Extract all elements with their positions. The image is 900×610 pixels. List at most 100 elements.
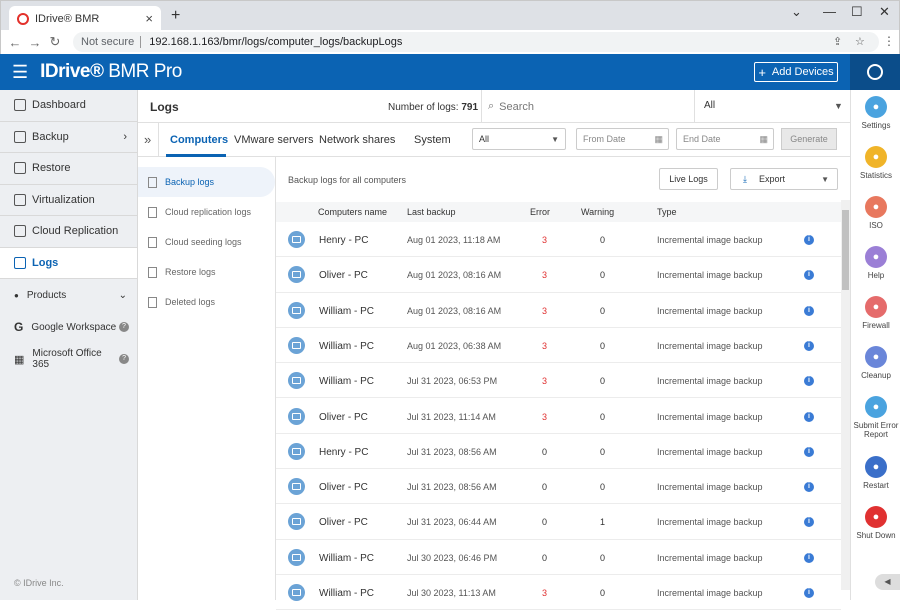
table-row[interactable]: William - PC Jul 31 2023, 06:53 PM 3 0 Incre…	[276, 363, 841, 399]
table-row[interactable]: William - PC Aug 01 2023, 06:38 AM 3 0 Incre…	[276, 328, 841, 364]
sidebar-item-dashboard[interactable]: Dashboard	[0, 90, 137, 122]
computer-name[interactable]: William - PC	[319, 306, 374, 317]
iso-icon: ●	[865, 196, 887, 218]
tab-system[interactable]: System	[414, 134, 451, 146]
info-icon[interactable]: i	[804, 270, 814, 281]
search-input[interactable]: ⌕ Search	[481, 90, 695, 123]
sidebar-item-virtualization[interactable]: Virtualization	[0, 184, 137, 216]
computer-name[interactable]: Oliver - PC	[319, 412, 368, 423]
new-tab-icon[interactable]: +	[171, 7, 180, 25]
info-icon[interactable]: i	[804, 446, 814, 457]
tab-network-shares[interactable]: Network shares	[319, 134, 395, 146]
table-row[interactable]: William - PC Jul 30 2023, 06:46 PM 0 0 Incre…	[276, 540, 841, 575]
computer-name[interactable]: Henry - PC	[319, 447, 368, 458]
sidebar-google-workspace[interactable]: G Google Workspace?	[0, 311, 137, 343]
scrollbar[interactable]	[841, 200, 850, 590]
col-warning[interactable]: Warning	[581, 207, 614, 217]
rightbar-statistics-button[interactable]: ● Statistics	[851, 146, 900, 180]
info-icon[interactable]: i	[804, 340, 814, 351]
computer-name[interactable]: Henry - PC	[319, 235, 368, 246]
browser-tab[interactable]: IDrive® BMR ×	[9, 6, 161, 31]
url-input[interactable]: Not secure 192.168.1.163/bmr/logs/comput…	[73, 32, 879, 52]
chevron-down-icon[interactable]: ⌄	[791, 4, 802, 20]
warning-icon: ●	[865, 396, 887, 418]
tab-computers[interactable]: Computers	[170, 134, 228, 146]
share-icon[interactable]: ⇪	[833, 35, 842, 48]
tab-vmware-servers[interactable]: VMware servers	[234, 134, 313, 146]
help-icon[interactable]: ?	[119, 322, 129, 332]
computer-filter-select[interactable]: All	[704, 100, 715, 111]
live-logs-button[interactable]: Live Logs	[659, 168, 718, 190]
table-row[interactable]: Oliver - PC Jul 31 2023, 11:14 AM 3 0 Increm…	[276, 399, 841, 434]
rightbar-submit-error-report-button[interactable]: ● Submit Error Report	[851, 396, 900, 439]
type-filter-select[interactable]: All ▼	[472, 128, 566, 150]
user-account-button[interactable]	[850, 54, 900, 90]
rightbar-iso-button[interactable]: ● ISO	[851, 196, 900, 230]
computer-name[interactable]: William - PC	[319, 341, 374, 352]
rightbar-settings-button[interactable]: ● Settings	[851, 96, 900, 130]
table-row[interactable]: Henry - PC Aug 01 2023, 11:18 AM 3 0 Increme…	[276, 222, 841, 258]
rightbar-shut-down-button[interactable]: ● Shut Down	[851, 506, 900, 540]
collapse-rightbar-icon[interactable]: ◀	[875, 574, 900, 590]
back-icon[interactable]: ←	[5, 35, 25, 50]
rightbar-firewall-button[interactable]: ● Firewall	[851, 296, 900, 330]
not-secure-label[interactable]: Not secure	[81, 36, 142, 48]
sidebar-item-backup[interactable]: Backup ›	[0, 121, 137, 153]
rightbar-cleanup-button[interactable]: ● Cleanup	[851, 346, 900, 380]
computer-name[interactable]: William - PC	[319, 588, 374, 599]
sidebar-item-logs[interactable]: Logs	[0, 247, 137, 279]
chevron-down-icon[interactable]: ▼	[834, 101, 843, 111]
generate-button[interactable]: Generate	[781, 128, 837, 150]
info-icon[interactable]: i	[804, 411, 814, 422]
table-row[interactable]: William - PC Jul 30 2023, 11:13 AM 3 0 Incre…	[276, 575, 841, 610]
computer-name[interactable]: William - PC	[319, 376, 374, 387]
info-icon[interactable]: i	[804, 305, 814, 316]
col-type[interactable]: Type	[657, 207, 677, 217]
close-tab-icon[interactable]: ×	[145, 11, 153, 26]
forward-icon[interactable]: →	[25, 35, 45, 50]
reload-icon[interactable]: ↻	[45, 34, 65, 50]
rightbar-help-button[interactable]: ● Help	[851, 246, 900, 280]
col-error[interactable]: Error	[530, 207, 550, 217]
sidebar-products[interactable]: ● Products ⌄	[0, 279, 137, 311]
info-icon[interactable]: i	[804, 482, 814, 493]
hamburger-menu-icon[interactable]: ☰	[12, 62, 28, 83]
info-icon[interactable]: i	[804, 235, 814, 245]
table-row[interactable]: Henry - PC Jul 31 2023, 08:56 AM 0 0 Increme…	[276, 434, 841, 470]
maximize-icon[interactable]: ☐	[851, 4, 863, 20]
info-icon[interactable]: i	[804, 552, 814, 563]
add-devices-button[interactable]: + Add Devices	[754, 62, 838, 82]
info-icon[interactable]: i	[804, 517, 814, 528]
table-row[interactable]: Oliver - PC Jul 31 2023, 06:44 AM 0 1 Increm…	[276, 504, 841, 540]
close-window-icon[interactable]: ✕	[879, 4, 890, 20]
sidebar-item-cloud-replication[interactable]: Cloud Replication	[0, 216, 137, 248]
browser-menu-icon[interactable]: ⋮	[883, 34, 895, 48]
collapse-icon[interactable]: »	[144, 132, 151, 147]
table-row[interactable]: Oliver - PC Aug 01 2023, 08:16 AM 3 0 Increm…	[276, 257, 841, 293]
from-date-input[interactable]: From Date ▦	[576, 128, 669, 150]
help-icon[interactable]: ?	[119, 354, 129, 364]
info-icon[interactable]: i	[804, 376, 814, 387]
export-button[interactable]: ⤓ Export ▼	[730, 168, 838, 190]
scrollbar-thumb[interactable]	[842, 210, 849, 290]
computer-name[interactable]: Oliver - PC	[319, 517, 368, 528]
end-date-input[interactable]: End Date ▦	[676, 128, 774, 150]
table-row[interactable]: Oliver - PC Jul 31 2023, 08:56 AM 0 0 Increm…	[276, 469, 841, 505]
sidebar-office365[interactable]: ▦ Microsoft Office 365?	[0, 343, 137, 375]
subnav-deleted-logs[interactable]: Deleted logs	[138, 287, 275, 317]
col-last-backup[interactable]: Last backup	[407, 207, 456, 217]
subnav-cloud-replication-logs[interactable]: Cloud replication logs	[138, 197, 275, 227]
sidebar-item-restore[interactable]: Restore	[0, 153, 137, 185]
minimize-icon[interactable]: —	[823, 4, 836, 19]
subnav-restore-logs[interactable]: Restore logs	[138, 257, 275, 287]
table-row[interactable]: William - PC Aug 01 2023, 08:16 AM 3 0 Incre…	[276, 293, 841, 328]
subnav-cloud-seeding-logs[interactable]: Cloud seeding logs	[138, 227, 275, 257]
info-icon[interactable]: i	[804, 588, 814, 598]
computer-name[interactable]: Oliver - PC	[319, 270, 368, 281]
computer-name[interactable]: Oliver - PC	[319, 482, 368, 493]
subnav-backup-logs[interactable]: Backup logs	[138, 167, 275, 197]
bookmark-star-icon[interactable]: ☆	[855, 35, 865, 48]
col-computers-name[interactable]: Computers name	[318, 207, 387, 217]
rightbar-restart-button[interactable]: ● Restart	[851, 456, 900, 490]
computer-name[interactable]: William - PC	[319, 553, 374, 564]
